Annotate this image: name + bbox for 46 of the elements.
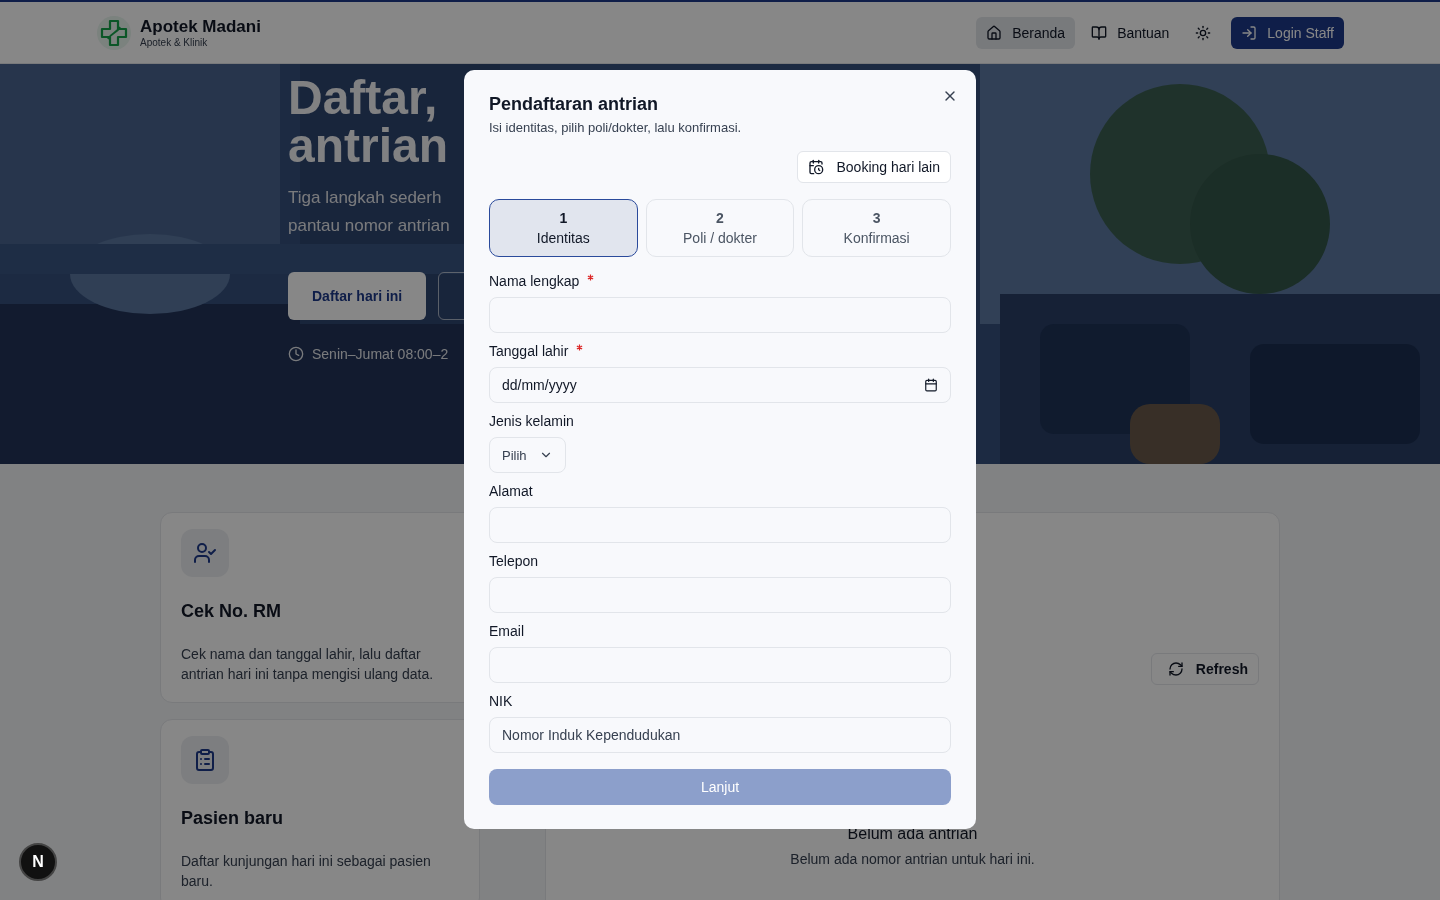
clock-icon bbox=[288, 346, 304, 362]
dialog-subtitle: Isi identitas, pilih poli/dokter, lalu konfirmasi. bbox=[489, 120, 743, 135]
hero-subtitle: pantau nomor antrian bbox=[288, 215, 450, 237]
empty-text: Belum ada nomor antrian untuk hari ini. bbox=[790, 851, 1035, 867]
hero-subtitle: Tiga langkah sederh bbox=[288, 187, 442, 209]
login-icon bbox=[1241, 24, 1258, 41]
card-description: Cek nama dan tanggal lahir, lalu daftar antrian hari ini tanpa mengisi ulang data. bbox=[181, 645, 435, 684]
field-label: Email bbox=[489, 622, 524, 641]
field-label: Jenis kelamin bbox=[489, 412, 574, 431]
dialog-title: Pendaftaran antrian bbox=[489, 93, 660, 116]
logo-icon bbox=[96, 14, 132, 51]
dev-badge[interactable]: N bbox=[19, 843, 57, 881]
option-card[interactable]: Pasien baru Daftar kunjungan hari ini sebagai pasien baru. bbox=[160, 719, 480, 900]
brand-tagline: Apotek & Klinik bbox=[140, 37, 209, 48]
select-field[interactable]: Pilih bbox=[489, 437, 566, 473]
step-tab[interactable]: 2 Poli / dokter bbox=[645, 199, 795, 257]
refresh-button[interactable]: Refresh bbox=[1150, 653, 1259, 685]
field-label: Tanggal lahir bbox=[489, 342, 569, 361]
nav-link[interactable]: Beranda bbox=[976, 16, 1076, 49]
brand-name: Apotek Madani bbox=[140, 17, 261, 37]
sun-icon bbox=[1195, 24, 1212, 41]
book-icon bbox=[1091, 24, 1108, 41]
date-field[interactable]: dd/mm/yyyy bbox=[489, 367, 951, 403]
calendar-icon bbox=[924, 378, 938, 392]
card-description: Daftar kunjungan hari ini sebagai pasien baru. bbox=[181, 852, 432, 891]
login-button[interactable]: Login Staff bbox=[1231, 16, 1344, 49]
nav-link[interactable]: Bantuan bbox=[1081, 16, 1180, 49]
refresh-icon bbox=[1167, 661, 1184, 677]
field-label: Nama lengkap bbox=[489, 272, 580, 291]
clipboard-icon bbox=[193, 748, 217, 772]
hero-title: antrian bbox=[288, 122, 449, 170]
hero-title: Daftar, bbox=[288, 74, 438, 122]
text-field[interactable]: Nomor Induk Kependudukan bbox=[489, 717, 951, 753]
user-check-icon bbox=[193, 541, 217, 565]
field-label: Telepon bbox=[489, 552, 539, 571]
field-label: Alamat bbox=[489, 482, 533, 501]
step-tab[interactable]: 1 Identitas bbox=[489, 199, 638, 257]
home-icon bbox=[986, 24, 1003, 41]
register-button[interactable]: Daftar hari ini bbox=[288, 272, 427, 320]
field-label: NIK bbox=[489, 692, 513, 711]
step-tab[interactable]: 3 Konfirmasi bbox=[802, 199, 951, 257]
booking-button[interactable]: Booking hari lain bbox=[797, 151, 951, 183]
calendar-clock-icon bbox=[808, 159, 825, 175]
opening-hours: Senin–Jumat 08:00–2 bbox=[312, 346, 449, 362]
card-title: Pasien baru bbox=[181, 808, 285, 829]
card-title: Cek No. RM bbox=[181, 601, 282, 622]
